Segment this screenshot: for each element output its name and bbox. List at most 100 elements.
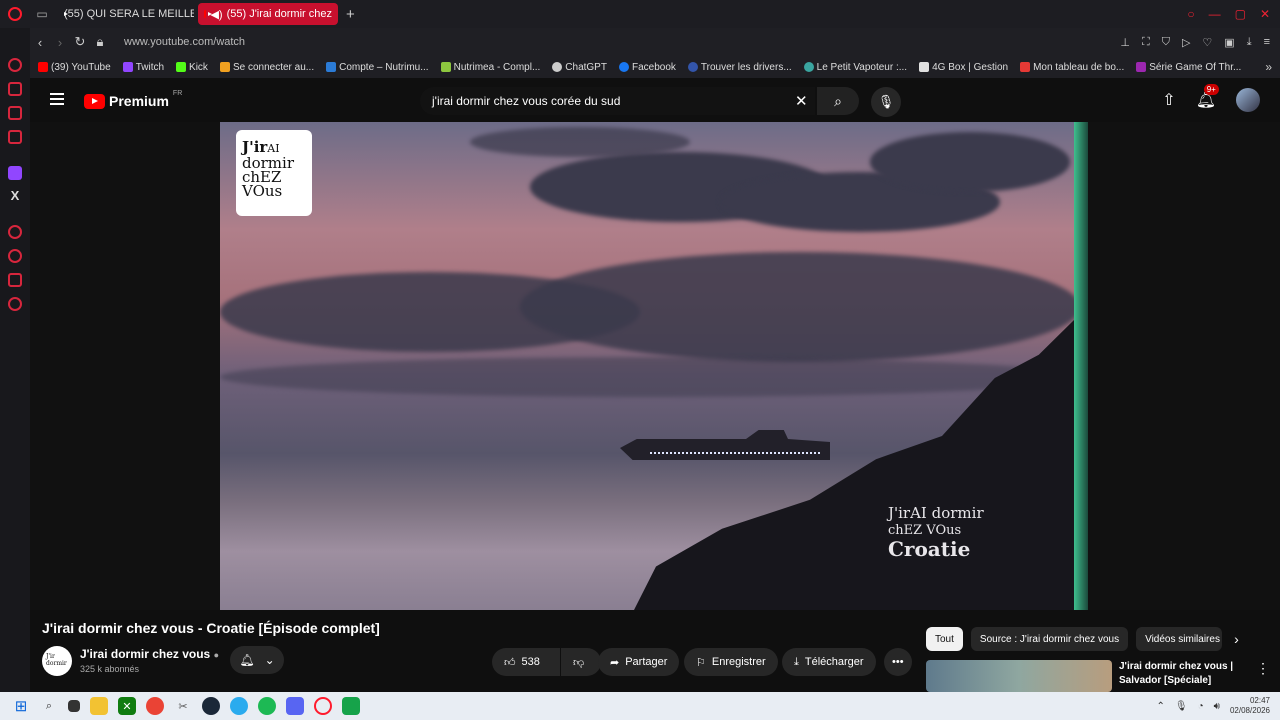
spotify-icon[interactable] (258, 697, 276, 715)
chip-source[interactable]: Source : J'irai dormir chez vous (970, 627, 1129, 651)
minimize-icon[interactable]: — (1209, 7, 1221, 21)
clock[interactable]: 02:47 02/08/2026 (1230, 696, 1270, 716)
twitch-icon[interactable] (8, 166, 22, 180)
bookmark-chatgpt[interactable]: ChatGPT (552, 62, 607, 73)
settings-icon[interactable] (8, 297, 22, 311)
profile-icon[interactable]: ▣ (1224, 36, 1234, 49)
bookmark-drivers[interactable]: Trouver les drivers... (687, 62, 792, 73)
pin-icon[interactable]: ⊥ (1120, 36, 1130, 49)
guide-menu-icon[interactable] (50, 93, 64, 105)
player-icon[interactable] (8, 225, 22, 239)
reload-icon[interactable]: ↻ (70, 34, 90, 50)
file-explorer-icon[interactable] (90, 697, 108, 715)
bookmark-kick[interactable]: Kick (176, 62, 208, 73)
bookmarks-bar: (39) YouTube Twitch Kick Se connecter au… (30, 56, 1280, 78)
windows-taskbar: ⊞ ⌕ ✕ ✂ ⌃ 🎙︎ ◔ 🔊︎ 02:47 02/08/2026 (0, 692, 1280, 720)
bookmark-4g-box[interactable]: 4G Box | Gestion (919, 62, 1008, 73)
tab-jirai-dormir[interactable]: ◀) (55) J'irai dormir chez (198, 3, 338, 25)
windows-start-icon[interactable]: ⊞ (12, 697, 30, 715)
steam-icon[interactable] (202, 697, 220, 715)
volume-icon[interactable]: 🔊︎ (1214, 701, 1220, 712)
youtube-favicon-icon (204, 10, 214, 18)
microphone-icon: 🎙︎ (877, 94, 895, 109)
bookmark-nutrimuscle[interactable]: Compte – Nutrimu... (326, 62, 429, 73)
youtube-premium-logo[interactable]: Premium FR (84, 90, 182, 109)
recommendation-title[interactable]: J'irai dormir chez vous | Salvador [Spéc… (1119, 660, 1249, 688)
vpn-shield-icon[interactable]: ⛉ (1162, 36, 1170, 49)
vapoteur-icon (803, 62, 814, 72)
voice-search-button[interactable]: 🎙︎ (871, 87, 901, 117)
bookmarks-more-icon[interactable]: » (1265, 60, 1280, 74)
tab-menu-icon[interactable]: ▭ (30, 0, 54, 28)
bookmark-youtube[interactable]: (39) YouTube (38, 62, 111, 73)
bookmark-facebook[interactable]: Facebook (618, 62, 676, 73)
channel-avatar[interactable]: J'ir dormir (42, 646, 72, 676)
extensions-icon[interactable] (8, 273, 22, 287)
telegram-icon[interactable] (230, 697, 248, 715)
messenger-icon[interactable] (8, 82, 22, 96)
search-button[interactable]: ⌕ (817, 87, 859, 115)
more-actions-button[interactable]: ••• (884, 648, 912, 676)
clear-search-icon[interactable]: ✕ (795, 92, 808, 110)
recommendation-thumbnail[interactable] (926, 660, 1112, 692)
bookmark-tableau-de-bord[interactable]: Mon tableau de bo... (1020, 62, 1124, 73)
video-player[interactable]: J'irAI dormir chEZ VOus J'irAI dormir ch… (220, 122, 1088, 610)
series-icon (1136, 62, 1147, 72)
download-icon[interactable]: ⤓ (1247, 36, 1252, 49)
snapshot-icon[interactable]: ⛶ (1142, 36, 1150, 49)
like-button[interactable]: 👍︎ 538 (492, 648, 560, 676)
menu-icon[interactable]: ≡ (1264, 36, 1270, 49)
account-avatar[interactable] (1236, 88, 1260, 112)
chip-all[interactable]: Tout (926, 627, 963, 651)
back-icon[interactable]: ‹ (30, 35, 50, 50)
forward-icon[interactable]: › (50, 35, 70, 50)
history-icon[interactable] (8, 249, 22, 263)
bookmark-petit-vapoteur[interactable]: Le Petit Vapoteur :... (803, 62, 907, 73)
share-button[interactable]: ➦ Partager (598, 648, 680, 676)
restore-icon[interactable]: ▢ (1235, 7, 1246, 21)
search-icon[interactable]: ⌕ (40, 697, 58, 715)
bookmark-game-of-thrones[interactable]: Série Game Of Thr... (1136, 62, 1241, 73)
snipping-tool-icon[interactable]: ✂ (174, 697, 192, 715)
download-button[interactable]: ⤓ Télécharger (782, 648, 876, 676)
discord-icon[interactable] (286, 697, 304, 715)
chrome-icon[interactable] (146, 697, 164, 715)
tab-qui-sera[interactable]: (55) QUI SERA LE MEILLEU (54, 3, 194, 25)
subscription-bell-button[interactable]: 🔔︎ ⌄ (230, 646, 284, 674)
lock-icon: 🔒︎ (96, 34, 104, 49)
browser-sidebar: X (0, 28, 30, 692)
wifi-icon[interactable]: ◔ (1198, 701, 1204, 712)
task-view-icon[interactable] (68, 700, 80, 712)
more-vertical-icon[interactable]: ⋮ (1256, 660, 1270, 677)
search-input[interactable]: j'irai dormir chez vous corée du sud (420, 87, 815, 115)
x-twitter-icon[interactable]: X (11, 188, 20, 203)
close-icon[interactable]: ✕ (1260, 7, 1270, 21)
dislike-button[interactable]: 👎︎ (561, 648, 601, 676)
chevron-up-icon[interactable]: ⌃ (1157, 701, 1165, 712)
xbox-icon[interactable]: ✕ (118, 697, 136, 715)
heart-icon[interactable]: ♡ (1202, 36, 1212, 49)
search-tabs-icon[interactable]: ○ (1187, 7, 1194, 21)
bookmark-nutrimea[interactable]: Nutrimea - Compl... (440, 62, 540, 73)
url-field[interactable]: www.youtube.com/watch (124, 36, 245, 48)
instagram-icon[interactable] (8, 106, 22, 120)
bookmark-se-connecter[interactable]: Se connecter au... (219, 62, 314, 73)
upload-icon[interactable]: ⇧ (1162, 90, 1175, 110)
aria-ai-icon[interactable] (8, 58, 22, 72)
more-horizontal-icon: ••• (892, 656, 904, 668)
save-button[interactable]: ⚐ Enregistrer (684, 648, 778, 676)
opera-logo-icon[interactable] (0, 0, 30, 28)
channel-name[interactable]: J'irai dormir chez vous ● (80, 647, 219, 661)
bookmark-twitch[interactable]: Twitch (122, 62, 164, 73)
opera-gx-icon[interactable] (314, 697, 332, 715)
chip-similar[interactable]: Vidéos similaires (1136, 627, 1223, 651)
notifications-button[interactable]: 🔔︎ 9+ (1196, 84, 1219, 110)
mail-icon[interactable] (8, 130, 22, 144)
app-icon[interactable] (342, 697, 360, 715)
drivers-icon (687, 62, 698, 72)
new-tab-button[interactable]: + (346, 6, 355, 23)
send-icon[interactable]: ▷ (1182, 36, 1190, 49)
chevron-down-icon: ⌄ (264, 653, 275, 667)
microphone-icon[interactable]: 🎙︎ (1175, 701, 1188, 712)
chevron-right-icon[interactable]: › (1234, 631, 1239, 647)
